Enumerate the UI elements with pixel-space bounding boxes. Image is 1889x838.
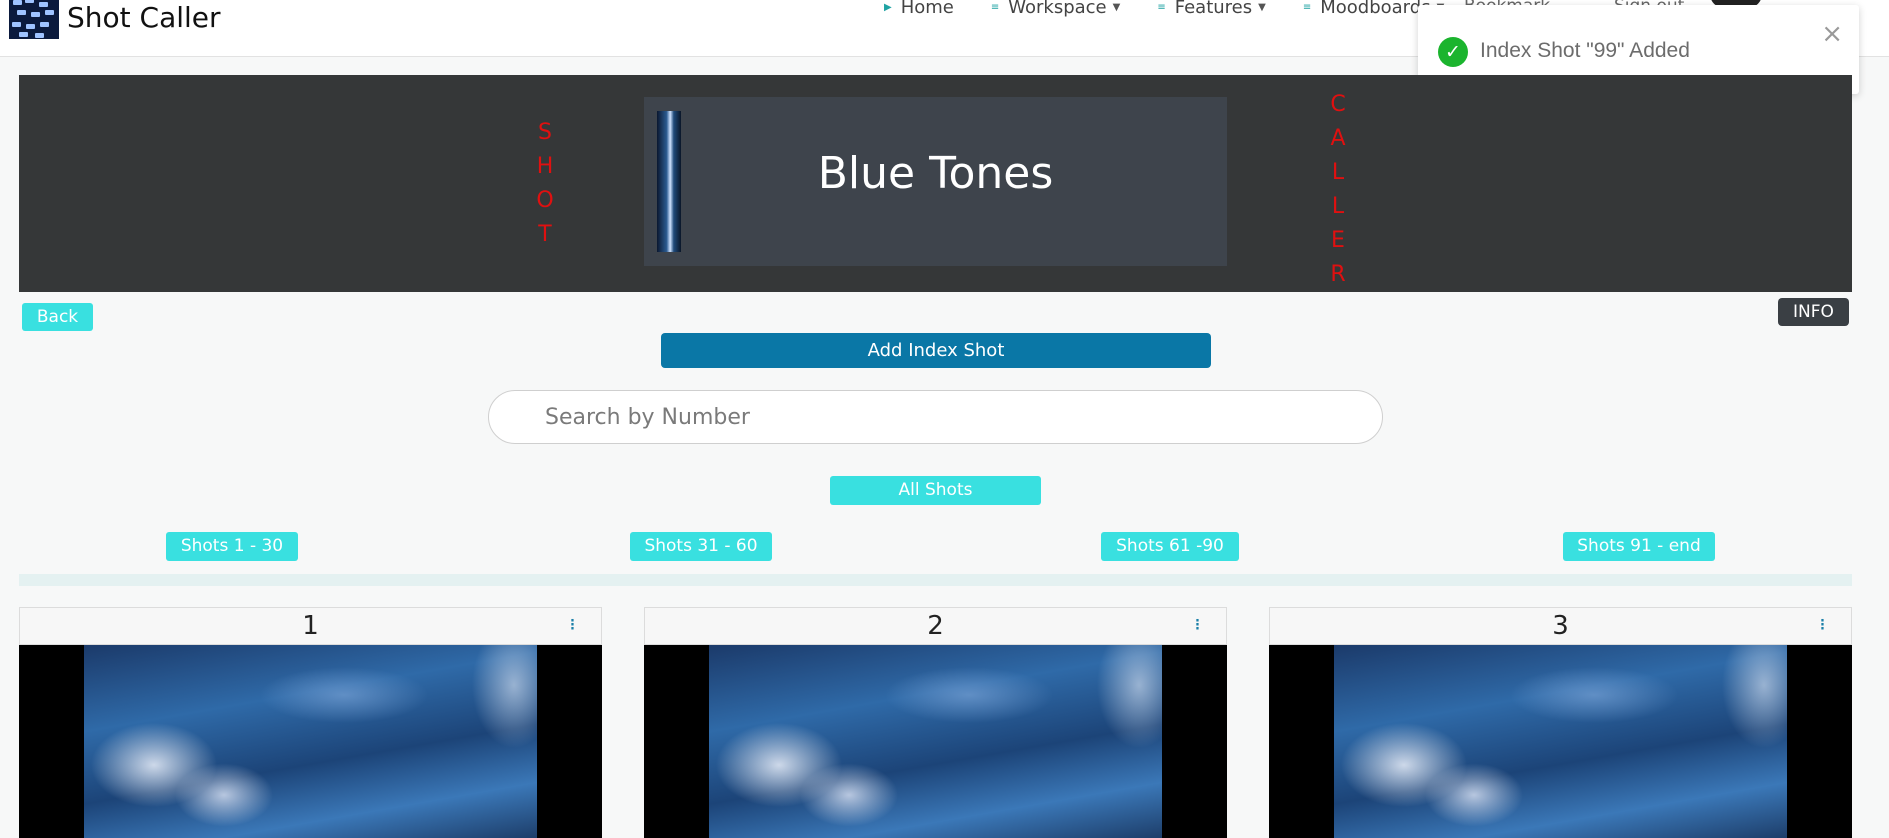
moodboard-header: S H O T Blue Tones C A L L E R [19, 75, 1852, 292]
caller-letter: R [1330, 262, 1346, 287]
main-nav: ▶ Home ≡ Workspace ▼ ≡ Features ▼ ≡ Mood… [884, 0, 1481, 18]
range-1-30-button[interactable]: Shots 1 - 30 [166, 532, 298, 561]
brand-logo [9, 0, 59, 39]
info-button[interactable]: INFO [1778, 298, 1849, 326]
check-circle-icon: ✓ [1438, 37, 1468, 67]
chevron-down-icon: ▼ [1258, 2, 1266, 13]
shot-letter: H [536, 154, 554, 179]
shot-image[interactable] [1269, 645, 1852, 838]
shot-number: 2 [927, 611, 944, 641]
section-divider [19, 574, 1852, 586]
shot-letter: T [538, 222, 552, 247]
page-title: Blue Tones [817, 148, 1054, 199]
shot-card[interactable]: 1 · · · [19, 607, 602, 838]
range-91-end-button[interactable]: Shots 91 - end [1563, 532, 1715, 561]
add-index-shot-button[interactable]: Add Index Shot [661, 333, 1211, 368]
range-61-90-button[interactable]: Shots 61 -90 [1101, 532, 1239, 561]
shot-letter: O [536, 188, 554, 213]
brand-name: Shot Caller [67, 1, 221, 34]
caller-letter: C [1330, 92, 1346, 117]
all-shots-button[interactable]: All Shots [830, 476, 1041, 505]
nav-features-label: Features [1174, 0, 1253, 18]
shot-card[interactable]: 2 · · · [644, 607, 1227, 838]
shot-number: 1 [302, 611, 319, 641]
nav-features[interactable]: ≡ Features ▼ [1157, 0, 1266, 18]
shot-card-header: 1 · · · [19, 607, 602, 645]
range-31-60-button[interactable]: Shots 31 - 60 [630, 532, 772, 561]
list-icon: ≡ [1302, 2, 1312, 13]
nav-workspace[interactable]: ≡ Workspace ▼ [991, 0, 1120, 18]
caller-letter: L [1331, 160, 1345, 185]
toast-message: Index Shot "99" Added [1480, 39, 1690, 62]
kebab-menu-icon[interactable]: · · · [1820, 615, 1825, 636]
brand[interactable]: Shot Caller [9, 0, 221, 39]
list-icon: ≡ [1157, 2, 1166, 13]
kebab-menu-icon[interactable]: · · · [1195, 615, 1200, 636]
caller-letter: A [1330, 126, 1346, 151]
shot-card-header: 3 · · · [1269, 607, 1852, 645]
caller-letter: L [1331, 194, 1345, 219]
caller-letter: E [1331, 228, 1345, 253]
back-button[interactable]: Back [22, 303, 93, 331]
shot-vertical-label: S H O T [533, 116, 557, 252]
shot-letter: S [538, 120, 552, 145]
kebab-menu-icon[interactable]: · · · [570, 615, 575, 636]
shot-image[interactable] [644, 645, 1227, 838]
shot-image[interactable] [19, 645, 602, 838]
search-input[interactable] [488, 390, 1383, 444]
shot-card[interactable]: 3 · · · [1269, 607, 1852, 838]
shot-number: 3 [1552, 611, 1569, 641]
chevron-down-icon: ▼ [1112, 2, 1121, 13]
nav-home-label: Home [900, 0, 954, 18]
close-icon[interactable]: × [1821, 19, 1843, 49]
title-card: Blue Tones [644, 97, 1227, 266]
nav-moodboards-label: Moodboards [1320, 0, 1431, 18]
caller-vertical-label: C A L L E R [1326, 88, 1350, 292]
nav-home[interactable]: ▶ Home [884, 0, 954, 18]
caret-right-icon: ▶ [884, 2, 892, 13]
shot-card-header: 2 · · · [644, 607, 1227, 645]
list-icon: ≡ [990, 2, 1000, 13]
nav-workspace-label: Workspace [1008, 0, 1107, 18]
